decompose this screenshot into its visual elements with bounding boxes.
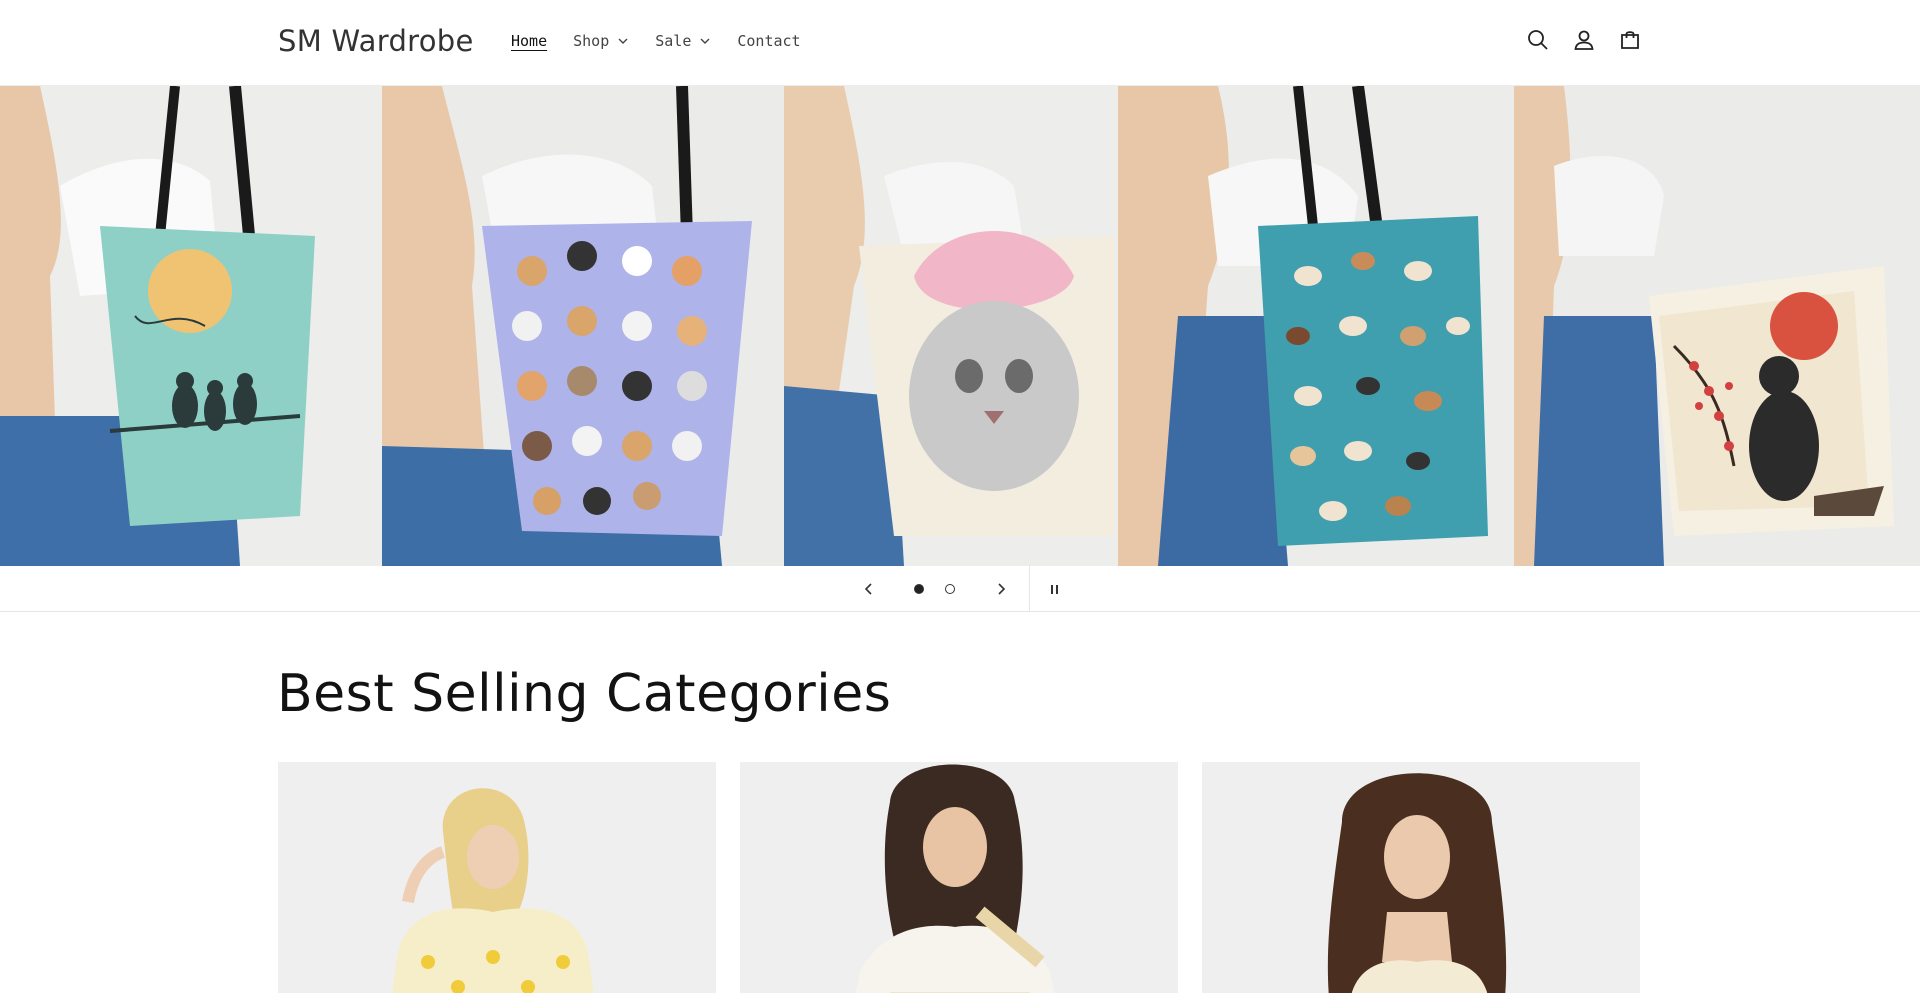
hero-banner (0, 86, 1920, 566)
chevron-down-icon (700, 38, 710, 44)
category-image (1202, 762, 1640, 993)
cart-icon[interactable] (1618, 28, 1642, 52)
chevron-down-icon (618, 38, 628, 44)
hero-panel-bandana-cat (784, 86, 1118, 566)
nav-item-label: Shop (573, 32, 610, 50)
search-icon[interactable] (1526, 28, 1550, 52)
nav-item-home[interactable]: Home (511, 32, 547, 50)
slide-dot-1[interactable] (914, 584, 924, 594)
tote-bag-image (784, 86, 1118, 566)
chevron-left-icon[interactable] (858, 578, 880, 600)
nav-item-label: Home (511, 32, 548, 50)
site-header: SM Wardrobe Home Shop Sale Contact (0, 0, 1920, 86)
chevron-right-icon[interactable] (990, 578, 1012, 600)
tote-bag-image (382, 86, 784, 566)
nav-item-label: Sale (655, 32, 692, 50)
tote-bag-image (0, 86, 382, 566)
site-logo[interactable]: SM Wardrobe (278, 24, 474, 58)
category-image (740, 762, 1178, 993)
category-card-cream-top[interactable] (1202, 762, 1640, 993)
category-card-lemon-shirt[interactable] (278, 762, 716, 993)
hero-panel-cat-faces (382, 86, 784, 566)
hero-panel-moon-cats (0, 86, 382, 566)
nav-item-contact[interactable]: Contact (737, 32, 800, 50)
pause-icon[interactable] (1044, 578, 1066, 600)
hero-panel-dogs (1118, 86, 1514, 566)
category-cards (278, 762, 1640, 993)
tote-bag-image (1118, 86, 1514, 566)
category-card-floral-overalls[interactable] (740, 762, 1178, 993)
main-nav: Home Shop Sale Contact (511, 32, 827, 50)
header-icons (1526, 28, 1642, 52)
tote-bag-image (1514, 86, 1920, 566)
nav-item-shop[interactable]: Shop (573, 32, 629, 50)
account-icon[interactable] (1572, 28, 1596, 52)
category-image (278, 762, 716, 993)
section-title: Best Selling Categories (277, 664, 892, 724)
nav-item-sale[interactable]: Sale (655, 32, 711, 50)
controls-divider (1029, 566, 1030, 612)
nav-item-label: Contact (737, 32, 801, 50)
hero-panel-blossom-cat (1514, 86, 1920, 566)
slideshow-controls (0, 566, 1920, 612)
slide-dot-2[interactable] (945, 584, 955, 594)
